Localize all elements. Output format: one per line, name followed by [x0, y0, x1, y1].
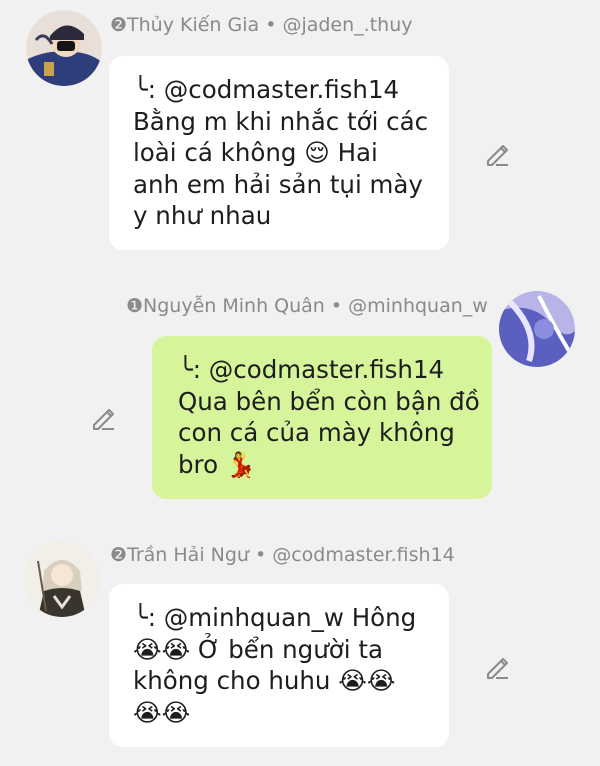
- reply-reference[interactable]: ╰: @codmaster.fish14: [133, 74, 449, 106]
- message-text-line: 😭😭: [133, 697, 191, 727]
- pencil-edit-icon[interactable]: [484, 654, 510, 680]
- message-text-line: Qua bên bển còn bận đồ: [178, 386, 480, 416]
- message-header: ❶Nguyễn Minh Quân • @minhquan_w: [126, 295, 488, 317]
- reply-reference[interactable]: ╰: @codmaster.fish14: [178, 354, 492, 386]
- message-text-line: y như nhau: [133, 201, 272, 230]
- message-text-line: bro 💃: [178, 449, 257, 479]
- pencil-edit-icon[interactable]: [484, 141, 510, 167]
- message-bubble[interactable]: ╰: @codmaster.fish14 Bằng m khi nhắc tới…: [109, 56, 449, 250]
- avatar-nguyen-minh-quan[interactable]: [499, 291, 575, 367]
- message-header: ❷Trần Hải Ngư • @codmaster.fish14: [110, 544, 455, 566]
- message-bubble[interactable]: ╰: @codmaster.fish14 Qua bên bển còn bận…: [152, 336, 492, 499]
- message-bubble[interactable]: ╰: @minhquan_w Hông 😭😭 Ở bển người ta kh…: [109, 584, 449, 747]
- avatar-image: [24, 541, 100, 617]
- message-text-line: Bằng m khi nhắc tới các: [133, 106, 429, 136]
- reply-reference[interactable]: ╰: @minhquan_w Hông: [133, 602, 449, 634]
- avatar-thuy-kien-gia[interactable]: [26, 10, 102, 86]
- message-text-line: 😭😭 Ở bển người ta: [133, 634, 383, 664]
- message-text-line: anh em hải sản tụi mày: [133, 169, 423, 199]
- avatar-tran-hai-ngu[interactable]: [24, 541, 100, 617]
- message-text-line: không cho huhu 😭😭: [133, 666, 396, 695]
- avatar-image: [499, 291, 575, 367]
- avatar-image: [26, 10, 102, 86]
- message-text-line: loài cá không 😌 Hai: [133, 138, 378, 167]
- message-text-line: con cá của mày không: [178, 418, 455, 447]
- pencil-edit-icon[interactable]: [90, 405, 116, 431]
- message-header: ❷Thủy Kiến Gia • @jaden_.thuy: [110, 14, 413, 36]
